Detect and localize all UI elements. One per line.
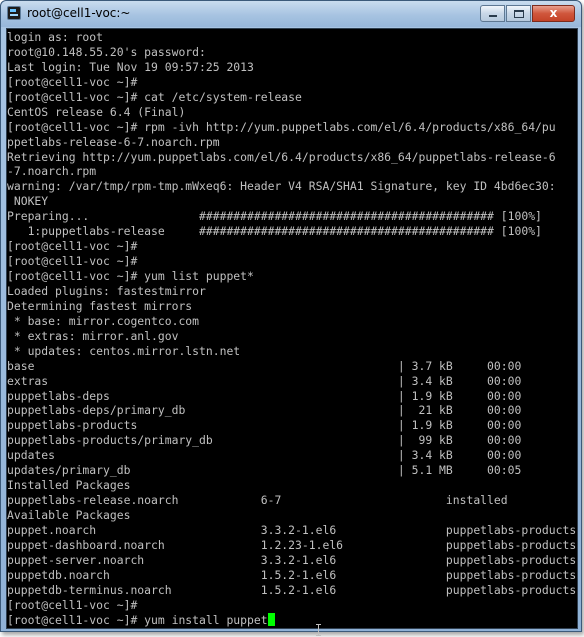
terminal-line-text: root@10.148.55.20's password: — [7, 44, 206, 59]
text-cursor — [267, 612, 275, 626]
terminal-window: root@cell1-voc:~ x login as: root root@10… — [0, 0, 582, 632]
close-button[interactable]: x — [532, 5, 575, 22]
terminal-line: * updates: centos.mirror.lstn.net — [7, 343, 577, 359]
terminal-line: puppetlabs-products/primary_db | 99 kB 0… — [7, 433, 577, 448]
terminal-line-text: ppetlabs-release-6-7.noarch.rpm — [7, 134, 220, 149]
terminal-line-text: updates | 3.4 kB 00:00 — [7, 448, 522, 463]
terminal-line-text: Retrieving http://yum.puppetlabs.com/el/… — [7, 149, 556, 164]
window-title: root@cell1-voc:~ — [27, 6, 131, 20]
terminal-line: puppetlabs-deps | 1.9 kB 00:00 — [7, 388, 577, 404]
terminal-line-text: base | 3.7 kB 00:00 — [7, 358, 522, 373]
terminal-line: * base: mirror.cogentco.com — [7, 313, 577, 329]
terminal-line: puppetlabs-release.noarch 6-7 installed — [7, 493, 577, 508]
close-icon: x — [549, 6, 558, 20]
terminal-line-text: [root@cell1-voc ~]# yum install puppet — [7, 612, 268, 627]
terminal-line-text: [root@cell1-voc ~]# cat /etc/system-rele… — [7, 89, 302, 104]
terminal-line: puppetlabs-deps/primary_db | 21 kB 00:00 — [7, 403, 577, 418]
maximize-button[interactable] — [506, 5, 531, 22]
terminal-line-text: Available Packages — [7, 508, 131, 522]
terminal-line-text: [root@cell1-voc ~]# — [7, 597, 138, 612]
terminal-line-text: NOKEY — [7, 194, 49, 209]
terminal-line-text: [root@cell1-voc ~]# yum list puppet* — [7, 269, 254, 283]
terminal-line-text: puppetlabs-deps | 1.9 kB 00:00 — [7, 388, 522, 403]
terminal-line-text: Installed Packages — [7, 478, 131, 493]
putty-terminal-icon[interactable] — [7, 6, 21, 20]
terminal-line: [root@cell1-voc ~]# — [7, 239, 577, 254]
terminal-line-text: Loaded plugins: fastestmirror — [7, 283, 206, 298]
terminal-line-text: * updates: centos.mirror.lstn.net — [7, 343, 241, 358]
terminal-line: base | 3.7 kB 00:00 — [7, 358, 577, 374]
terminal-line: warning: /var/tmp/rpm-tmp.mWxeq6: Header… — [7, 179, 577, 194]
terminal-line-text: puppet.noarch 3.3.2-1.el6 puppetlabs-pro… — [7, 522, 577, 537]
terminal-line: [root@cell1-voc ~]# cat /etc/system-rele… — [7, 89, 577, 105]
terminal-line-text: puppetlabs-release.noarch 6-7 installed — [7, 493, 508, 508]
terminal-line: puppet-dashboard.noarch 1.2.23-1.el6 pup… — [7, 537, 577, 553]
terminal-line-text: login as: root — [7, 30, 104, 44]
terminal-line: puppet.noarch 3.3.2-1.el6 puppetlabs-pro… — [7, 522, 577, 538]
terminal-line-text: 1:puppetlabs-release ###################… — [7, 224, 542, 239]
terminal-line-text: Determining fastest mirrors — [7, 298, 193, 313]
window-controls: x — [479, 5, 575, 23]
terminal-output[interactable]: login as: root root@10.148.55.20's passwo… — [6, 28, 578, 629]
terminal-line-text: puppetlabs-deps/primary_db | 21 kB 00:00 — [7, 403, 522, 418]
terminal-line: NOKEY — [7, 194, 577, 209]
terminal-line: [root@cell1-voc ~]# yum list puppet* — [7, 269, 577, 284]
terminal-line: CentOS release 6.4 (Final) — [7, 104, 577, 120]
terminal-line: [root@cell1-voc ~]# yum install puppet — [7, 612, 577, 628]
terminal-line-text: puppet-dashboard.noarch 1.2.23-1.el6 pup… — [7, 537, 577, 552]
terminal-line: -7.noarch.rpm — [7, 164, 577, 179]
terminal-line-text: * extras: mirror.anl.gov — [7, 328, 179, 343]
terminal-lines: login as: root root@10.148.55.20's passwo… — [7, 30, 577, 628]
terminal-line-text: updates/primary_db | 5.1 MB 00:05 — [7, 463, 522, 478]
terminal-line: [root@cell1-voc ~]# rpm -ivh http://yum.… — [7, 119, 577, 135]
title-bar[interactable]: root@cell1-voc:~ x — [1, 1, 581, 27]
terminal-line-text: [root@cell1-voc ~]# — [7, 74, 138, 89]
terminal-line: * extras: mirror.anl.gov — [7, 328, 577, 344]
terminal-line-text: puppetdb-terminus.noarch 1.5.2-1.el6 pup… — [7, 582, 577, 597]
terminal-line: Retrieving http://yum.puppetlabs.com/el/… — [7, 149, 577, 165]
terminal-line-text: extras | 3.4 kB 00:00 — [7, 373, 522, 388]
terminal-line: puppetdb-terminus.noarch 1.5.2-1.el6 pup… — [7, 582, 577, 598]
terminal-line: login as: root — [7, 30, 577, 45]
terminal-line: root@10.148.55.20's password: — [7, 44, 577, 60]
terminal-line: ppetlabs-release-6-7.noarch.rpm — [7, 134, 577, 150]
terminal-line: updates | 3.4 kB 00:00 — [7, 448, 577, 463]
terminal-line: Installed Packages — [7, 478, 577, 493]
terminal-line-text: puppetlabs-products/primary_db | 99 kB 0… — [7, 433, 522, 448]
terminal-line: 1:puppetlabs-release ###################… — [7, 224, 577, 239]
terminal-line: [root@cell1-voc ~]# — [7, 254, 577, 269]
terminal-line-text: [root@cell1-voc ~]# rpm -ivh http://yum.… — [7, 119, 556, 134]
mouse-ibeam-cursor-icon — [316, 624, 322, 636]
maximize-icon — [514, 10, 524, 18]
terminal-line: Loaded plugins: fastestmirror — [7, 283, 577, 299]
terminal-line: puppet-server.noarch 3.3.2-1.el6 puppetl… — [7, 552, 577, 568]
terminal-line: extras | 3.4 kB 00:00 — [7, 373, 577, 389]
terminal-line: Available Packages — [7, 508, 577, 523]
terminal-line-text: puppetlabs-products | 1.9 kB 00:00 — [7, 418, 522, 433]
terminal-line-text: puppet-server.noarch 3.3.2-1.el6 puppetl… — [7, 552, 577, 567]
terminal-line: Last login: Tue Nov 19 09:57:25 2013 — [7, 59, 577, 75]
terminal-line-text: -7.noarch.rpm — [7, 164, 97, 179]
terminal-line: Preparing... ###########################… — [7, 209, 577, 224]
terminal-line-text: [root@cell1-voc ~]# — [7, 254, 138, 269]
terminal-line: puppetlabs-products | 1.9 kB 00:00 — [7, 418, 577, 433]
terminal-line-text: puppetdb.noarch 1.5.2-1.el6 puppetlabs-p… — [7, 567, 577, 582]
terminal-line: updates/primary_db | 5.1 MB 00:05 — [7, 463, 577, 478]
terminal-line-text: CentOS release 6.4 (Final) — [7, 104, 186, 119]
terminal-line: puppetdb.noarch 1.5.2-1.el6 puppetlabs-p… — [7, 567, 577, 583]
terminal-line-text: Preparing... ###########################… — [7, 209, 542, 224]
terminal-line: Determining fastest mirrors — [7, 298, 577, 314]
terminal-line-text: * base: mirror.cogentco.com — [7, 313, 200, 328]
minimize-icon — [489, 15, 497, 17]
terminal-line-text: warning: /var/tmp/rpm-tmp.mWxeq6: Header… — [7, 179, 556, 194]
minimize-button[interactable] — [480, 5, 505, 22]
terminal-line: [root@cell1-voc ~]# — [7, 74, 577, 90]
terminal-line-text: [root@cell1-voc ~]# — [7, 239, 138, 254]
terminal-line-text: Last login: Tue Nov 19 09:57:25 2013 — [7, 59, 254, 74]
terminal-line: [root@cell1-voc ~]# — [7, 597, 577, 613]
